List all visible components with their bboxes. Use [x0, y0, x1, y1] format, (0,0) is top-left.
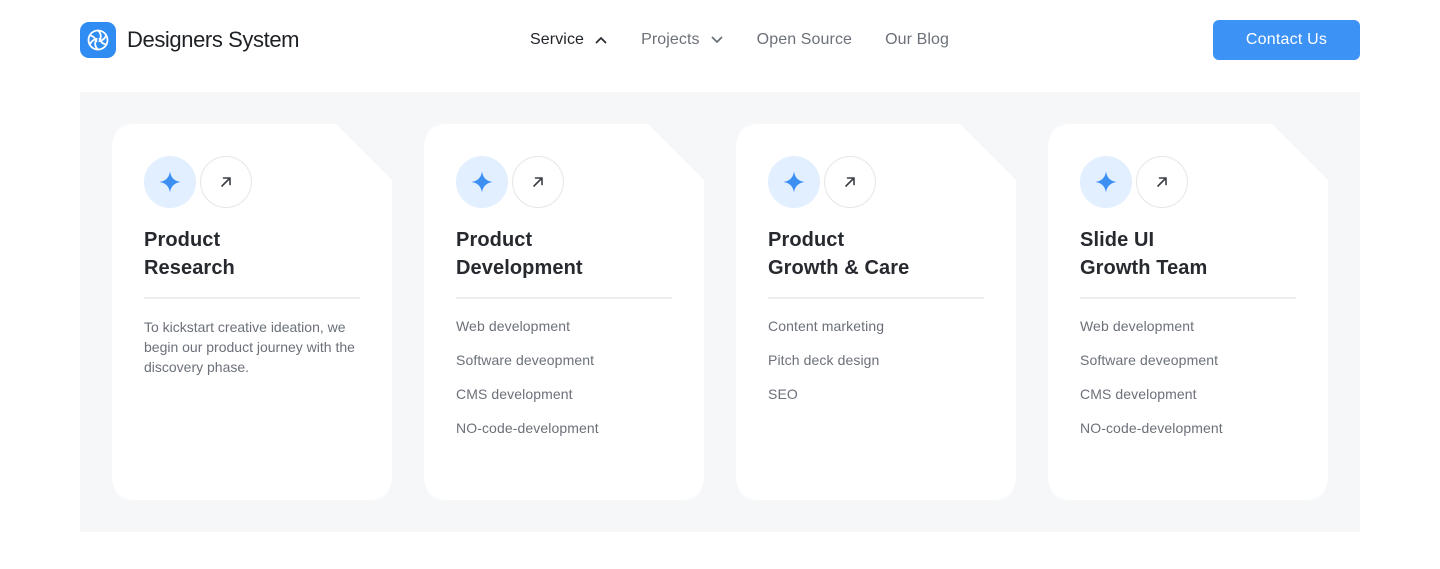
- main-nav: Service Projects Open Source Our Blog: [530, 29, 982, 51]
- nav-item-our-blog[interactable]: Our Blog: [885, 31, 949, 49]
- card-service-list: Content marketing Pitch deck design SEO: [768, 317, 984, 403]
- card-service-list: Web development Software deveopment CMS …: [1080, 317, 1296, 437]
- service-dropdown-panel: Product Research To kickstart creative i…: [80, 92, 1360, 532]
- arrow-up-right-icon[interactable]: [200, 156, 252, 208]
- nav-item-service[interactable]: Service: [530, 31, 608, 49]
- chevron-up-icon: [594, 33, 608, 47]
- card-title-line: Growth & Care: [768, 257, 910, 279]
- card-title-line: Research: [144, 257, 235, 279]
- card-title-line: Growth Team: [1080, 257, 1208, 279]
- card-title: Product Research: [144, 226, 360, 282]
- service-card-product-growth-care[interactable]: Product Growth & Care Content marketing …: [736, 124, 1016, 500]
- divider: [144, 297, 360, 299]
- service-list-item[interactable]: Content marketing: [768, 317, 984, 335]
- nav-item-label: Projects: [641, 31, 700, 48]
- card-service-list: Web development Software deveopment CMS …: [456, 317, 672, 437]
- arrow-up-right-icon[interactable]: [512, 156, 564, 208]
- service-list-item[interactable]: Web development: [1080, 317, 1296, 335]
- arrow-up-right-icon[interactable]: [1136, 156, 1188, 208]
- nav-item-open-source[interactable]: Open Source: [757, 31, 852, 49]
- nav-item-label: Our Blog: [885, 31, 950, 48]
- card-title-line: Development: [456, 257, 583, 279]
- contact-us-button[interactable]: Contact Us: [1213, 20, 1360, 60]
- divider: [456, 297, 672, 299]
- card-description: To kickstart creative ideation, we begin…: [144, 319, 355, 375]
- service-card-product-research[interactable]: Product Research To kickstart creative i…: [112, 124, 392, 500]
- nav-item-projects[interactable]: Projects: [641, 31, 724, 49]
- divider: [1080, 297, 1296, 299]
- brand-name: Designers System: [127, 27, 300, 52]
- sparkle-icon: [1080, 156, 1132, 208]
- service-list-item[interactable]: NO-code-development: [456, 419, 672, 437]
- aperture-logo-icon: [80, 22, 116, 58]
- sparkle-icon: [768, 156, 820, 208]
- card-title-line: Product: [144, 229, 221, 251]
- service-list-item[interactable]: Web development: [456, 317, 672, 335]
- card-title-line: Slide UI: [1080, 229, 1155, 251]
- service-list-item[interactable]: CMS development: [456, 385, 672, 403]
- arrow-up-right-icon[interactable]: [824, 156, 876, 208]
- sparkle-icon: [144, 156, 196, 208]
- service-list-item[interactable]: NO-code-development: [1080, 419, 1296, 437]
- card-title-line: Product: [768, 229, 845, 251]
- nav-item-label: Service: [530, 31, 585, 48]
- site-header: Designers System Service Projects Open S…: [0, 0, 1440, 80]
- service-list-item[interactable]: Software deveopment: [456, 351, 672, 369]
- card-title: Slide UI Growth Team: [1080, 226, 1296, 282]
- service-list-item[interactable]: Software deveopment: [1080, 351, 1296, 369]
- sparkle-icon: [456, 156, 508, 208]
- service-list-item[interactable]: CMS development: [1080, 385, 1296, 403]
- card-title: Product Development: [456, 226, 672, 282]
- brand[interactable]: Designers System: [80, 22, 300, 58]
- service-card-product-development[interactable]: Product Development Web development Soft…: [424, 124, 704, 500]
- divider: [768, 297, 984, 299]
- nav-item-label: Open Source: [756, 31, 853, 48]
- card-title: Product Growth & Care: [768, 226, 984, 282]
- chevron-down-icon: [710, 33, 724, 47]
- service-list-item[interactable]: SEO: [768, 385, 984, 403]
- service-card-slide-ui-growth-team[interactable]: Slide UI Growth Team Web development Sof…: [1048, 124, 1328, 500]
- service-list-item[interactable]: Pitch deck design: [768, 351, 984, 369]
- card-title-line: Product: [456, 229, 533, 251]
